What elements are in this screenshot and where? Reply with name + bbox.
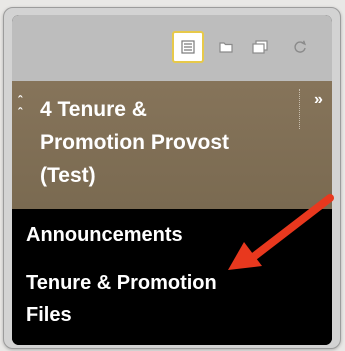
collapse-up-icon[interactable]: ˆˆ <box>18 94 22 119</box>
menu-item-label: Tenure & Promotion <box>26 272 217 294</box>
course-menu-frame: ˆˆ 4 Tenure & Promotion Provost (Test) »… <box>3 7 341 349</box>
list-view-button[interactable] <box>172 31 204 63</box>
course-title[interactable]: 4 Tenure & Promotion Provost (Test) <box>40 93 290 192</box>
course-title-line: 4 Tenure & <box>40 98 147 121</box>
windows-view-button[interactable] <box>244 31 276 63</box>
refresh-button[interactable] <box>284 31 316 63</box>
list-view-icon <box>181 40 195 54</box>
menu-item-label: Announcements <box>26 224 183 246</box>
folder-view-button[interactable] <box>210 31 242 63</box>
refresh-icon <box>294 40 307 53</box>
course-menu-list: Announcements Tenure & Promotion Files <box>12 209 332 345</box>
course-menu-panel: ˆˆ 4 Tenure & Promotion Provost (Test) »… <box>12 15 332 345</box>
folder-view-icon <box>219 42 233 53</box>
header-divider <box>299 89 300 129</box>
expand-right-icon[interactable]: » <box>314 91 323 109</box>
menu-item-announcements[interactable]: Announcements <box>26 219 183 251</box>
course-header: ˆˆ 4 Tenure & Promotion Provost (Test) » <box>12 81 332 209</box>
menu-toolbar <box>12 15 332 81</box>
course-title-line: (Test) <box>40 164 96 187</box>
menu-item-tenure-promotion-files[interactable]: Tenure & Promotion Files <box>26 267 217 331</box>
course-title-line: Promotion Provost <box>40 131 230 154</box>
menu-item-label: Files <box>26 304 72 326</box>
windows-view-icon <box>252 40 268 54</box>
